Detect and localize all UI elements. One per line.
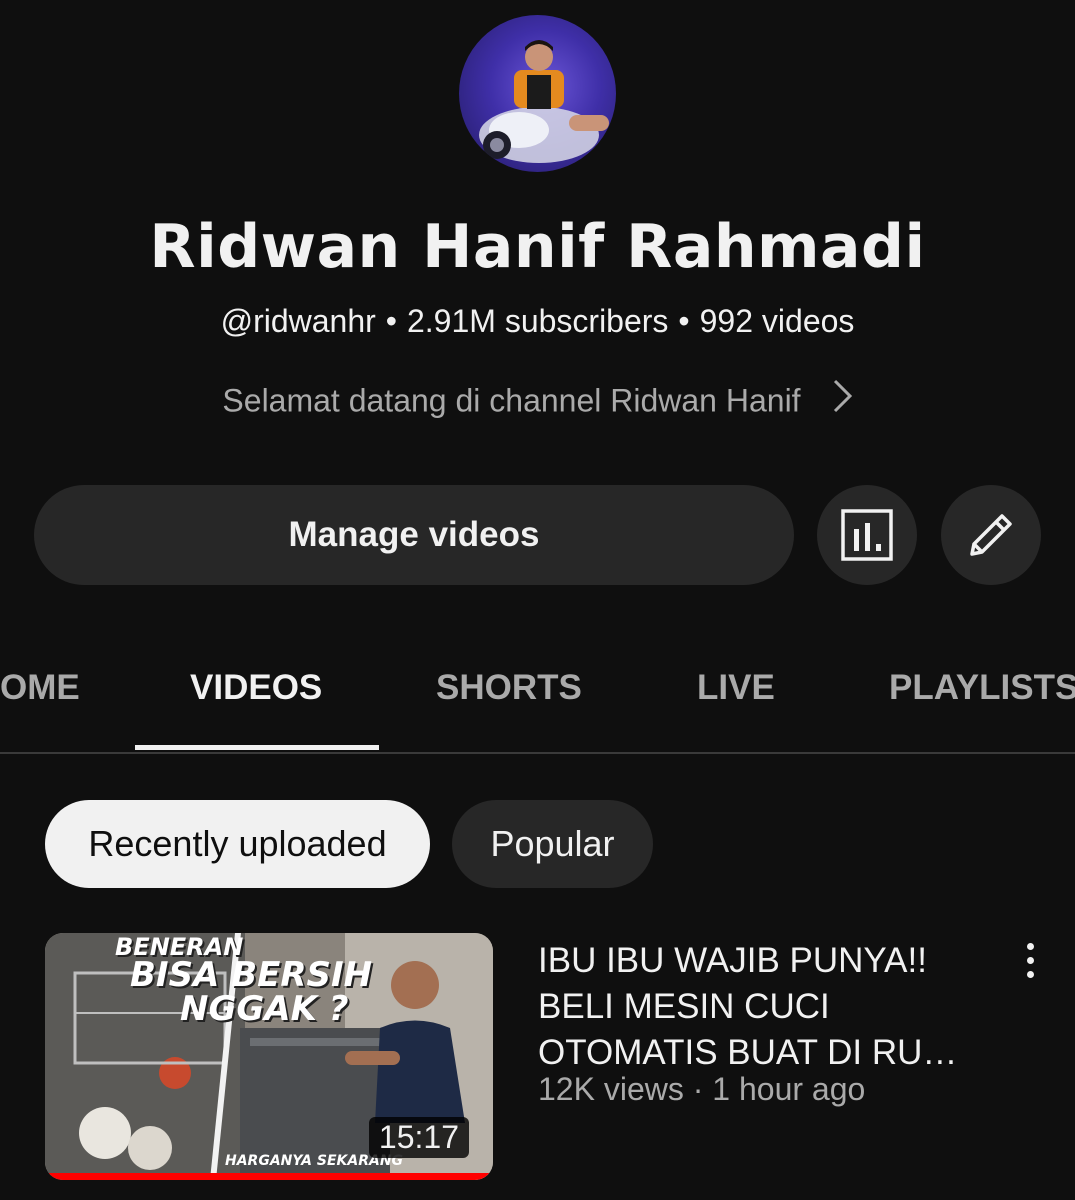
active-tab-indicator xyxy=(135,745,379,750)
manage-videos-button[interactable]: Manage videos xyxy=(34,485,794,585)
video-duration: 15:17 xyxy=(368,1117,469,1158)
subscriber-count: 2.91M subscribers xyxy=(406,303,669,339)
chip-label: Recently uploaded xyxy=(88,823,387,864)
chip-label: Popular xyxy=(490,823,615,864)
channel-tabs: OME VIDEOS SHORTS LIVE PLAYLISTS xyxy=(0,640,1075,754)
bar-chart-icon xyxy=(841,509,893,561)
analytics-button[interactable] xyxy=(817,485,917,585)
separator-dot: • xyxy=(385,303,397,339)
watch-progress-bar xyxy=(45,1173,493,1180)
tab-home[interactable]: OME xyxy=(0,640,80,750)
chevron-right-icon xyxy=(831,378,853,422)
channel-description: Selamat datang di channel Ridwan Hanif xyxy=(222,382,801,419)
thumbnail-text-line3: NGGAK ? xyxy=(180,989,349,1029)
channel-handle: @ridwanhr xyxy=(220,303,376,339)
manage-videos-label: Manage videos xyxy=(288,515,540,554)
avatar-image xyxy=(479,40,609,163)
tab-live[interactable]: LIVE xyxy=(697,640,775,750)
channel-description-link[interactable]: Selamat datang di channel Ridwan Hanif xyxy=(0,378,1075,425)
video-meta: 12K views · 1 hour ago xyxy=(538,1071,866,1107)
chip-recently-uploaded[interactable]: Recently uploaded xyxy=(45,800,430,888)
more-options-icon[interactable] xyxy=(1010,935,1050,985)
tab-videos[interactable]: VIDEOS xyxy=(190,640,322,750)
tab-shorts[interactable]: SHORTS xyxy=(436,640,582,750)
video-title[interactable]: IBU IBU WAJIB PUNYA!! BELI MESIN CUCI OT… xyxy=(538,938,978,1076)
channel-name: Ridwan Hanif Rahmadi xyxy=(149,212,926,282)
edit-channel-button[interactable] xyxy=(941,485,1041,585)
channel-meta: @ridwanhr • 2.91M subscribers • 992 videos xyxy=(0,303,1075,340)
chip-popular[interactable]: Popular xyxy=(452,800,653,888)
separator-dot: • xyxy=(678,303,690,339)
pencil-icon xyxy=(970,514,1012,556)
video-thumbnail[interactable]: BENERAN BISA BERSIH NGGAK ? HARGANYA SEK… xyxy=(45,933,493,1180)
channel-avatar[interactable] xyxy=(459,15,616,172)
tab-playlists[interactable]: PLAYLISTS xyxy=(889,640,1075,750)
video-count: 992 videos xyxy=(699,303,855,339)
